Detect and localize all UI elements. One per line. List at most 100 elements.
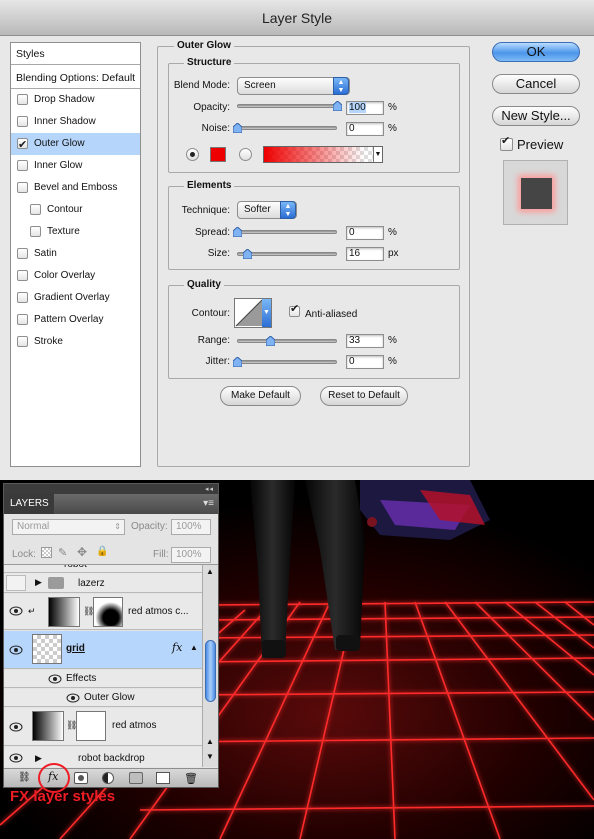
effect-outer-glow-row[interactable]: Outer Glow bbox=[4, 689, 202, 707]
jitter-input[interactable]: 0 bbox=[346, 355, 384, 369]
link-layers-icon[interactable]: ⛓ bbox=[18, 772, 32, 784]
style-item-gradient-overlay[interactable]: Gradient Overlay bbox=[11, 287, 140, 309]
ok-button[interactable]: OK bbox=[492, 42, 580, 62]
scroll-up-icon[interactable]: ▲ bbox=[206, 737, 214, 746]
add-mask-icon[interactable] bbox=[74, 772, 88, 784]
lock-pixels-icon[interactable]: ✎ bbox=[58, 546, 67, 559]
glow-color-swatch[interactable] bbox=[210, 147, 226, 162]
make-default-button[interactable]: Make Default bbox=[220, 386, 301, 406]
spread-input[interactable]: 0 bbox=[346, 226, 384, 240]
style-checkbox[interactable] bbox=[17, 160, 28, 171]
new-layer-icon[interactable] bbox=[156, 772, 170, 784]
size-input[interactable]: 16 bbox=[346, 247, 384, 261]
style-checkbox[interactable] bbox=[30, 226, 41, 237]
layers-tab[interactable]: LAYERS bbox=[4, 494, 54, 514]
jitter-slider-thumb[interactable] bbox=[233, 357, 242, 367]
style-checkbox[interactable] bbox=[30, 204, 41, 215]
layer-fill-input[interactable]: 100% bbox=[171, 547, 211, 563]
trash-icon[interactable]: 🗑 bbox=[184, 772, 198, 785]
size-slider-thumb[interactable] bbox=[243, 249, 252, 259]
glow-gradient-picker[interactable]: ▼ bbox=[263, 146, 383, 163]
noise-slider[interactable] bbox=[237, 126, 337, 130]
style-item-texture[interactable]: Texture bbox=[11, 221, 140, 243]
reset-to-default-button[interactable]: Reset to Default bbox=[320, 386, 408, 406]
eye-icon[interactable] bbox=[9, 722, 23, 732]
style-item-inner-glow[interactable]: Inner Glow bbox=[11, 155, 140, 177]
layers-scrollbar[interactable]: ▲ ▲ ▼ bbox=[202, 565, 218, 767]
style-item-bevel-and-emboss[interactable]: Bevel and Emboss bbox=[11, 177, 140, 199]
blending-options-item[interactable]: Blending Options: Default bbox=[11, 67, 140, 89]
style-checkbox[interactable] bbox=[17, 248, 28, 259]
color-radio[interactable] bbox=[186, 148, 199, 161]
noise-input[interactable]: 0 bbox=[346, 122, 384, 136]
expand-arrow-icon[interactable]: ▶ bbox=[35, 577, 42, 588]
expand-arrow-icon[interactable]: ▶ bbox=[35, 753, 42, 764]
style-item-color-overlay[interactable]: Color Overlay bbox=[11, 265, 140, 287]
cancel-button[interactable]: Cancel bbox=[492, 74, 580, 94]
style-checkbox[interactable] bbox=[17, 94, 28, 105]
blend-mode-select[interactable]: Screen ▲ ▼ bbox=[237, 77, 350, 95]
panel-grip[interactable]: ◂◂ bbox=[4, 484, 218, 494]
opacity-slider[interactable] bbox=[237, 104, 337, 108]
visibility-empty[interactable] bbox=[6, 575, 26, 591]
gradient-radio[interactable] bbox=[239, 148, 252, 161]
style-checkbox[interactable] bbox=[17, 182, 28, 193]
style-item-pattern-overlay[interactable]: Pattern Overlay bbox=[11, 309, 140, 331]
collapse-icon[interactable]: ◂◂ bbox=[205, 485, 214, 493]
lock-position-icon[interactable]: ✥ bbox=[77, 545, 87, 559]
new-style-button[interactable]: New Style... bbox=[492, 106, 580, 126]
eye-icon[interactable] bbox=[9, 645, 23, 655]
eye-icon[interactable] bbox=[9, 606, 23, 616]
opacity-slider-thumb[interactable] bbox=[333, 101, 342, 111]
adjustment-layer-icon[interactable] bbox=[102, 772, 114, 784]
layer-row-robot[interactable]: robot bbox=[4, 565, 202, 573]
new-group-icon[interactable] bbox=[129, 772, 143, 784]
spread-slider[interactable] bbox=[237, 230, 337, 234]
lock-all-icon[interactable]: 🔒 bbox=[96, 546, 108, 557]
spread-slider-thumb[interactable] bbox=[233, 227, 242, 237]
layer-row-lazerz[interactable]: ▶ lazerz bbox=[4, 573, 202, 593]
range-input[interactable]: 33 bbox=[346, 334, 384, 348]
style-item-label: Satin bbox=[34, 248, 57, 259]
style-item-contour[interactable]: Contour bbox=[11, 199, 140, 221]
eye-icon[interactable] bbox=[48, 674, 62, 684]
fx-badge[interactable]: fx bbox=[172, 641, 182, 654]
noise-slider-thumb[interactable] bbox=[233, 123, 242, 133]
contour-picker[interactable]: ▼ bbox=[234, 298, 272, 328]
eye-icon[interactable] bbox=[9, 753, 23, 763]
opacity-input[interactable]: 100 bbox=[346, 101, 384, 115]
preview-checkbox[interactable] bbox=[500, 134, 513, 151]
panel-menu-icon[interactable]: ▾≡ bbox=[203, 498, 214, 509]
effects-row[interactable]: Effects bbox=[4, 670, 202, 688]
range-slider[interactable] bbox=[237, 339, 337, 343]
eye-icon[interactable] bbox=[66, 693, 80, 703]
style-checkbox[interactable] bbox=[17, 270, 28, 281]
collapse-arrow-icon[interactable]: ▲ bbox=[190, 643, 198, 652]
scrollbar-thumb[interactable] bbox=[205, 640, 216, 702]
style-item-satin[interactable]: Satin bbox=[11, 243, 140, 265]
size-slider[interactable] bbox=[237, 252, 337, 256]
style-checkbox[interactable] bbox=[17, 116, 28, 127]
layer-opacity-input[interactable]: 100% bbox=[171, 519, 211, 535]
range-slider-thumb[interactable] bbox=[266, 336, 275, 346]
blend-mode-dropdown[interactable]: Normal ⇕ bbox=[12, 519, 125, 535]
layer-row-robot-backdrop[interactable]: ▶ robot backdrop bbox=[4, 747, 202, 767]
style-checkbox[interactable] bbox=[17, 336, 28, 347]
jitter-slider[interactable] bbox=[237, 360, 337, 364]
style-item-drop-shadow[interactable]: Drop Shadow bbox=[11, 89, 140, 111]
lock-transparency-icon[interactable] bbox=[41, 547, 52, 558]
style-item-outer-glow[interactable]: Outer Glow bbox=[11, 133, 140, 156]
style-checkbox[interactable] bbox=[17, 314, 28, 325]
scroll-down-icon[interactable]: ▼ bbox=[206, 752, 214, 761]
layer-row-red-atmos[interactable]: ⛓ red atmos bbox=[4, 708, 202, 746]
technique-select[interactable]: Softer ▲ ▼ bbox=[237, 201, 297, 219]
style-checkbox[interactable] bbox=[17, 292, 28, 303]
style-checkbox[interactable] bbox=[17, 134, 28, 156]
layer-row-red-atmos-clip[interactable]: ↵ ⛓ red atmos c... bbox=[4, 594, 202, 630]
scroll-up-icon[interactable]: ▲ bbox=[206, 567, 214, 576]
style-item-stroke[interactable]: Stroke bbox=[11, 331, 140, 353]
styles-header[interactable]: Styles bbox=[11, 43, 140, 65]
anti-aliased-checkbox[interactable] bbox=[289, 302, 300, 317]
style-item-inner-shadow[interactable]: Inner Shadow bbox=[11, 111, 140, 133]
layer-row-grid[interactable]: grid fx ▲ bbox=[4, 631, 202, 669]
